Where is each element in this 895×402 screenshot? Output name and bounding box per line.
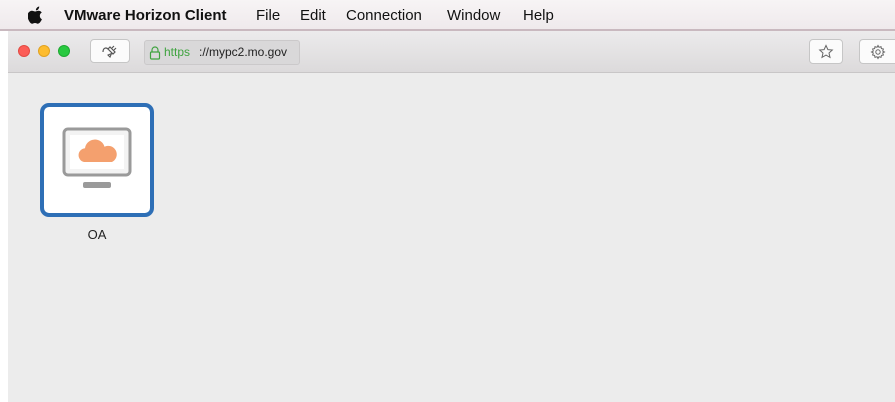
menu-help[interactable]: Help [523, 7, 554, 24]
menu-edit[interactable]: Edit [300, 7, 326, 24]
desktop-label: OA [87, 227, 107, 242]
disconnect-button[interactable] [90, 39, 130, 63]
favorite-button[interactable] [809, 39, 843, 64]
lock-icon [149, 46, 161, 60]
desktop-monitor-cloud-icon [62, 127, 132, 188]
plug-icon [102, 45, 117, 58]
menu-file[interactable]: File [256, 7, 280, 24]
menu-bar: VMware Horizon Client File Edit Connecti… [0, 0, 895, 31]
desktop-tile-oa[interactable] [40, 103, 154, 217]
zoom-window-button[interactable] [58, 45, 70, 57]
server-address-field[interactable]: https ://mypc2.mo.gov [144, 40, 300, 65]
menu-connection[interactable]: Connection [346, 7, 422, 24]
close-window-button[interactable] [18, 45, 30, 57]
menu-app-name[interactable]: VMware Horizon Client [64, 7, 227, 24]
settings-button[interactable] [859, 39, 895, 64]
minimize-window-button[interactable] [38, 45, 50, 57]
app-window: https ://mypc2.mo.gov OA [8, 31, 895, 402]
gear-icon [869, 43, 886, 60]
window-toolbar: https ://mypc2.mo.gov [8, 31, 895, 73]
url-host: ://mypc2.mo.gov [199, 45, 288, 59]
menu-window[interactable]: Window [447, 7, 500, 24]
apple-logo-icon[interactable] [28, 6, 44, 24]
star-icon [818, 43, 834, 58]
url-scheme: https [164, 45, 191, 59]
